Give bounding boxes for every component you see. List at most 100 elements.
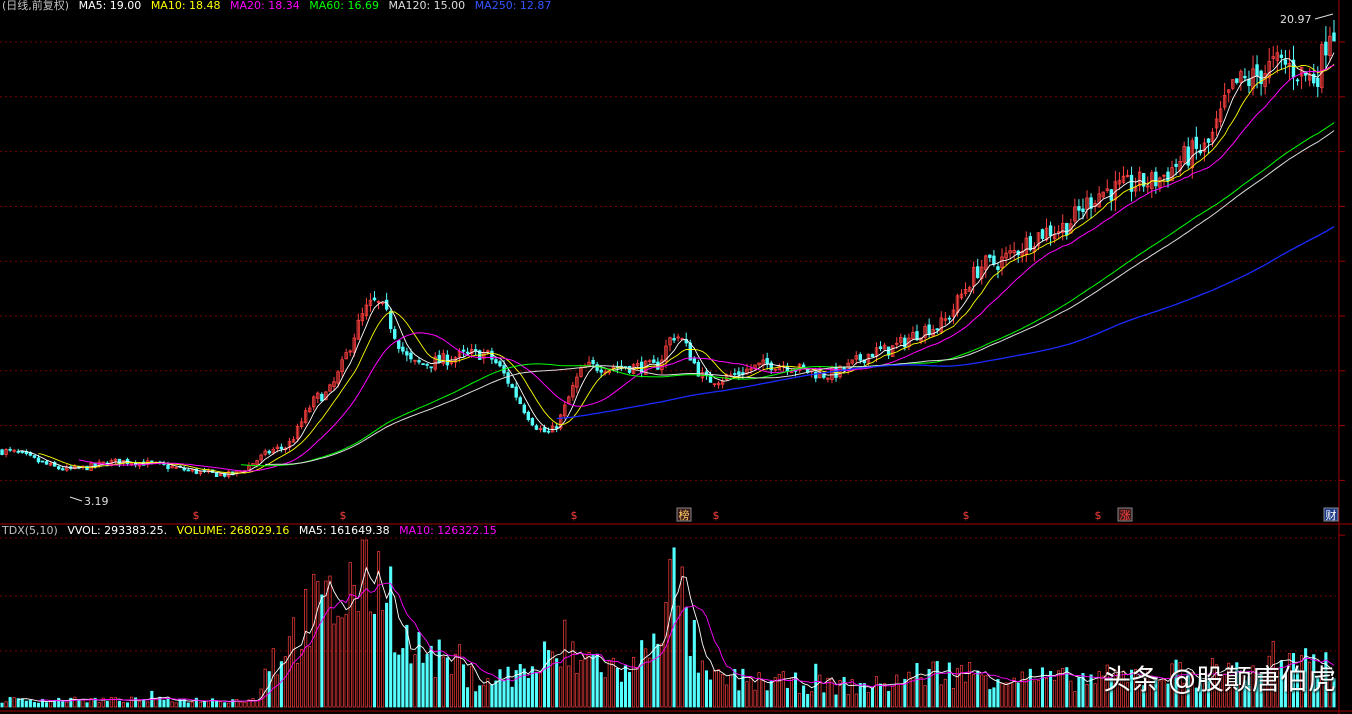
volume-bar (296, 663, 300, 708)
candle-body (401, 346, 405, 352)
candle-body (542, 427, 547, 433)
volume-bar (850, 679, 854, 708)
volume-bar (1097, 671, 1101, 708)
volume-bar (506, 666, 510, 708)
candle-body (652, 359, 656, 363)
volume-bar (854, 693, 858, 708)
volume-bar (320, 594, 324, 708)
volume-bar (745, 681, 749, 708)
volume-bar (57, 697, 61, 708)
volume-bar (895, 674, 899, 708)
volume-bar (1053, 679, 1057, 708)
candle-body (1081, 208, 1085, 213)
volume-bar (12, 697, 16, 708)
candle-body (1316, 77, 1320, 87)
volume-bar (81, 698, 85, 708)
volume-bar (951, 688, 955, 708)
volume-bar (498, 669, 502, 708)
candle-body (1255, 64, 1259, 77)
volume-bar (1004, 682, 1008, 708)
volume-bar (462, 664, 466, 708)
volume-bar (194, 697, 198, 708)
volume-bar (725, 684, 729, 708)
candle-body (506, 372, 510, 384)
volume-bar (510, 686, 514, 708)
volume-bar (518, 664, 522, 708)
volume-bar (907, 671, 911, 708)
volume-bar (243, 701, 247, 708)
volume-bar (348, 562, 352, 708)
volume-bar (486, 678, 490, 708)
volume-bar (263, 668, 267, 708)
candle-body (1077, 206, 1081, 211)
event-marker: $ (713, 509, 720, 522)
candle-body (976, 266, 980, 279)
volume-bar (623, 665, 628, 708)
volume-bar (308, 646, 312, 708)
volume-bar (134, 697, 138, 708)
candle-body (627, 366, 632, 373)
candle-body (599, 369, 603, 373)
candle-body (591, 359, 595, 365)
volume-bar (992, 687, 996, 708)
low-price-label: 3.19 (84, 495, 109, 508)
volume-bar (935, 661, 939, 708)
volume-bar (8, 697, 12, 708)
candle-body (870, 353, 875, 358)
volume-bar (834, 694, 838, 708)
volume-bar (591, 654, 595, 708)
volume-bar (190, 701, 194, 708)
volume-bar (32, 702, 36, 708)
volume-bar (769, 681, 773, 708)
volume-bar (453, 653, 458, 708)
ma20-label: MA20: 18.34 (230, 0, 300, 12)
volume-bar (1012, 677, 1016, 708)
volume-bar (878, 683, 883, 708)
volume-bar (482, 684, 486, 708)
volume-bar (939, 684, 943, 708)
volume-bar (765, 690, 769, 708)
volume-bar (555, 658, 559, 708)
volume-bar (684, 607, 688, 708)
volume-bar (502, 679, 506, 708)
candle-body (1279, 54, 1284, 58)
volume-bar (959, 665, 964, 708)
candle-body (8, 448, 12, 451)
volume-bar (587, 652, 591, 708)
candle-body (57, 466, 61, 470)
candle-body (858, 354, 863, 361)
candle-body (514, 386, 518, 398)
volume-bar (1032, 680, 1036, 708)
volume-bar (542, 641, 547, 708)
volume-bar (85, 702, 89, 708)
ma60-label: MA60: 16.69 (309, 0, 379, 12)
candle-body (417, 360, 421, 363)
candle-body (814, 371, 818, 379)
volume-bar (559, 666, 563, 708)
volume-bar (198, 701, 202, 708)
volume-bar (551, 651, 555, 708)
volume-bar (385, 602, 389, 708)
volume-bar (267, 671, 271, 708)
volume-bar (344, 613, 348, 708)
event-marker: $ (193, 509, 200, 522)
volume-bar (773, 677, 777, 708)
volume-bar (996, 679, 1000, 708)
volume-bar (413, 654, 417, 708)
candle-body (737, 371, 741, 375)
volume-bar (401, 648, 405, 708)
volume-bar (437, 639, 441, 708)
candle-body (166, 464, 170, 469)
volume-bar (470, 665, 474, 708)
volume-bar (599, 672, 603, 708)
volume-bar (445, 657, 449, 708)
volume-bar (899, 683, 903, 708)
candle-body (465, 351, 470, 354)
volume-bar (988, 689, 992, 708)
volume-bar (753, 689, 757, 708)
candle-body (425, 363, 429, 366)
volume-bar (891, 685, 895, 708)
volume-bar (474, 691, 478, 708)
volume-bar (595, 653, 599, 708)
volume-bar (223, 702, 227, 708)
